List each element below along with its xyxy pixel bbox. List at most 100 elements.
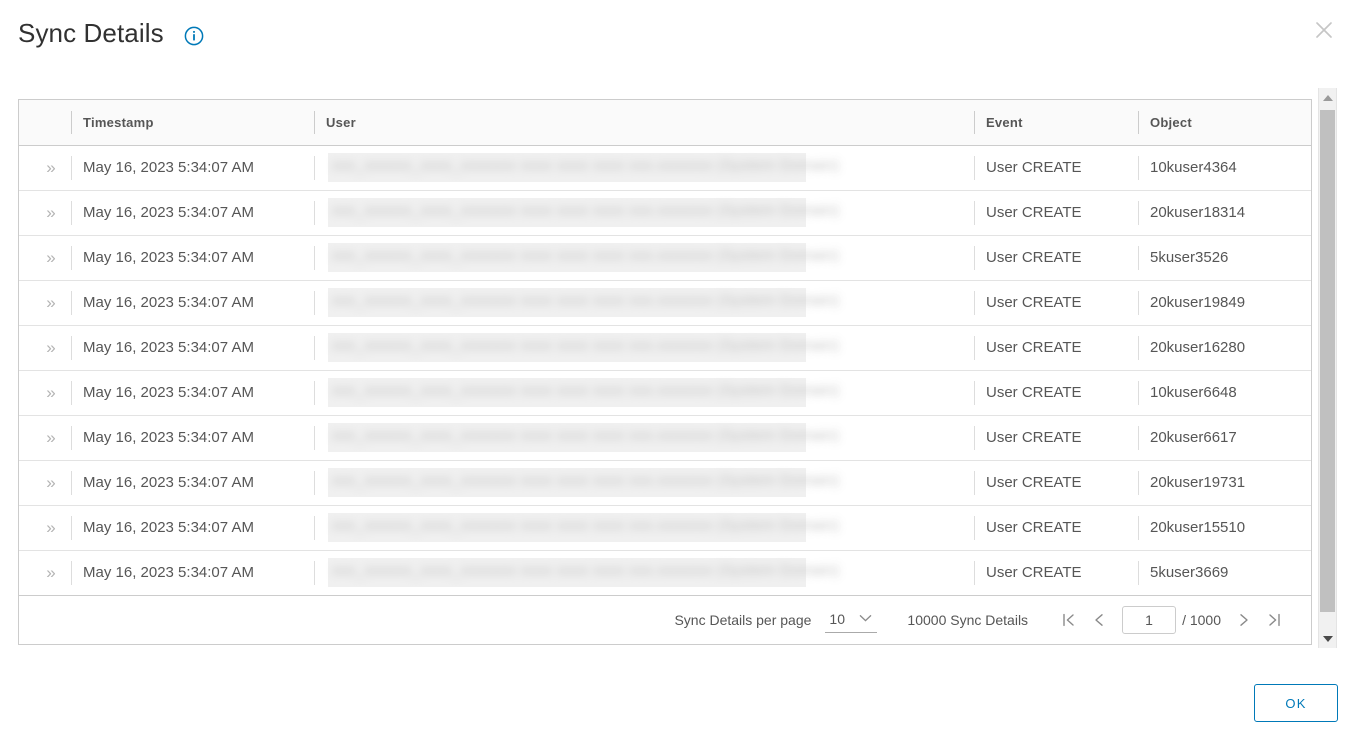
cell-object: 5kuser3526 (1138, 235, 1311, 281)
cell-object: 20kuser19849 (1138, 280, 1311, 326)
table-row[interactable]: » May 16, 2023 5:34:07 AM xxx_xxxxxx_xxxx_… (19, 235, 1311, 281)
redacted-user-text: xxx_xxxxxx_xxxx_xxxxxxx xxxx xxxx xxxx x… (332, 426, 840, 444)
cell-event: User CREATE (974, 550, 1138, 596)
per-page-select[interactable]: 10 (825, 607, 878, 633)
expand-row-button[interactable]: » (19, 370, 71, 416)
table-row[interactable]: » May 16, 2023 5:34:07 AM xxx_xxxxxx_xxxx_… (19, 460, 1311, 506)
expand-row-button[interactable]: » (19, 190, 71, 236)
table-row[interactable]: » May 16, 2023 5:34:07 AM xxx_xxxxxx_xxxx_… (19, 370, 1311, 416)
redaction-blur: xxx_xxxxxx_xxxx_xxxxxxx xxxx xxxx xxxx x… (326, 371, 974, 415)
cell-timestamp: May 16, 2023 5:34:07 AM (71, 145, 314, 191)
cell-timestamp: May 16, 2023 5:34:07 AM (71, 370, 314, 416)
column-header-object[interactable]: Object (1138, 100, 1311, 146)
cell-object: 10kuser6648 (1138, 370, 1311, 416)
double-chevron-right-icon: » (46, 382, 56, 402)
cell-user-redacted: xxx_xxxxxx_xxxx_xxxxxxx xxxx xxxx xxxx x… (314, 505, 974, 551)
expand-row-button[interactable]: » (19, 550, 71, 596)
cell-event: User CREATE (974, 280, 1138, 326)
chevron-down-icon (859, 614, 872, 625)
cell-event: User CREATE (974, 460, 1138, 506)
table-row[interactable]: » May 16, 2023 5:34:07 AM xxx_xxxxxx_xxxx_… (19, 550, 1311, 596)
double-chevron-right-icon: » (46, 247, 56, 267)
cell-user-redacted: xxx_xxxxxx_xxxx_xxxxxxx xxxx xxxx xxxx x… (314, 280, 974, 326)
expand-row-button[interactable]: » (19, 415, 71, 461)
expand-row-button[interactable]: » (19, 280, 71, 326)
column-header-expand (19, 100, 71, 146)
redacted-user-text: xxx_xxxxxx_xxxx_xxxxxxx xxxx xxxx xxxx x… (332, 246, 840, 264)
cell-timestamp: May 16, 2023 5:34:07 AM (71, 505, 314, 551)
redaction-blur: xxx_xxxxxx_xxxx_xxxxxxx xxxx xxxx xxxx x… (326, 146, 974, 190)
double-chevron-right-icon: » (46, 472, 56, 492)
last-page-icon[interactable] (1259, 605, 1289, 635)
expand-row-button[interactable]: » (19, 145, 71, 191)
cell-event: User CREATE (974, 505, 1138, 551)
vertical-scrollbar[interactable] (1318, 88, 1337, 648)
cell-user-redacted: xxx_xxxxxx_xxxx_xxxxxxx xxxx xxxx xxxx x… (314, 460, 974, 506)
scroll-up-arrow-icon[interactable] (1319, 89, 1336, 106)
cell-object: 20kuser6617 (1138, 415, 1311, 461)
close-icon[interactable] (1304, 10, 1344, 50)
cell-timestamp: May 16, 2023 5:34:07 AM (71, 325, 314, 371)
column-header-timestamp[interactable]: Timestamp (71, 100, 314, 146)
total-pages-label: / 1000 (1182, 611, 1221, 628)
dialog-header: Sync Details (0, 0, 1352, 72)
page-number-input[interactable] (1122, 605, 1177, 634)
expand-row-button[interactable]: » (19, 325, 71, 371)
cell-event: User CREATE (974, 235, 1138, 281)
redaction-blur: xxx_xxxxxx_xxxx_xxxxxxx xxxx xxxx xxxx x… (326, 416, 974, 460)
table-row[interactable]: » May 16, 2023 5:34:07 AM xxx_xxxxxx_xxxx_… (19, 145, 1311, 191)
previous-page-icon[interactable] (1084, 605, 1114, 635)
cell-user-redacted: xxx_xxxxxx_xxxx_xxxxxxx xxxx xxxx xxxx x… (314, 145, 974, 191)
cell-object: 10kuser4364 (1138, 145, 1311, 191)
redaction-blur: xxx_xxxxxx_xxxx_xxxxxxx xxxx xxxx xxxx x… (326, 506, 974, 550)
cell-object: 20kuser19731 (1138, 460, 1311, 506)
cell-timestamp: May 16, 2023 5:34:07 AM (71, 235, 314, 281)
cell-event: User CREATE (974, 415, 1138, 461)
redaction-blur: xxx_xxxxxx_xxxx_xxxxxxx xxxx xxxx xxxx x… (326, 551, 974, 595)
scrollbar-thumb[interactable] (1320, 110, 1335, 612)
column-header-event[interactable]: Event (974, 100, 1138, 146)
double-chevron-right-icon: » (46, 202, 56, 222)
cell-timestamp: May 16, 2023 5:34:07 AM (71, 190, 314, 236)
double-chevron-right-icon: » (46, 157, 56, 177)
scroll-down-arrow-icon[interactable] (1319, 630, 1336, 647)
redacted-user-text: xxx_xxxxxx_xxxx_xxxxxxx xxxx xxxx xxxx x… (332, 201, 840, 219)
redacted-user-text: xxx_xxxxxx_xxxx_xxxxxxx xxxx xxxx xxxx x… (332, 561, 840, 579)
cell-object: 20kuser18314 (1138, 190, 1311, 236)
info-circle-icon[interactable] (184, 26, 204, 46)
table-row[interactable]: » May 16, 2023 5:34:07 AM xxx_xxxxxx_xxxx_… (19, 280, 1311, 326)
page-title: Sync Details (18, 18, 164, 48)
table-row[interactable]: » May 16, 2023 5:34:07 AM xxx_xxxxxx_xxxx_… (19, 415, 1311, 461)
cell-event: User CREATE (974, 145, 1138, 191)
cell-object: 20kuser15510 (1138, 505, 1311, 551)
cell-object: 5kuser3669 (1138, 550, 1311, 596)
cell-user-redacted: xxx_xxxxxx_xxxx_xxxxxxx xxxx xxxx xxxx x… (314, 325, 974, 371)
per-page-value: 10 (829, 611, 845, 627)
table-row[interactable]: » May 16, 2023 5:34:07 AM xxx_xxxxxx_xxxx_… (19, 190, 1311, 236)
redacted-user-text: xxx_xxxxxx_xxxx_xxxxxxx xxxx xxxx xxxx x… (332, 156, 840, 174)
redaction-blur: xxx_xxxxxx_xxxx_xxxxxxx xxxx xxxx xxxx x… (326, 326, 974, 370)
cell-user-redacted: xxx_xxxxxx_xxxx_xxxxxxx xxxx xxxx xxxx x… (314, 415, 974, 461)
column-header-user[interactable]: User (314, 100, 974, 146)
cell-event: User CREATE (974, 370, 1138, 416)
redacted-user-text: xxx_xxxxxx_xxxx_xxxxxxx xxxx xxxx xxxx x… (332, 471, 840, 489)
cell-user-redacted: xxx_xxxxxx_xxxx_xxxxxxx xxxx xxxx xxxx x… (314, 370, 974, 416)
next-page-icon[interactable] (1229, 605, 1259, 635)
table-row[interactable]: » May 16, 2023 5:34:07 AM xxx_xxxxxx_xxxx_… (19, 325, 1311, 371)
first-page-icon[interactable] (1054, 605, 1084, 635)
expand-row-button[interactable]: » (19, 460, 71, 506)
cell-user-redacted: xxx_xxxxxx_xxxx_xxxxxxx xxxx xxxx xxxx x… (314, 235, 974, 281)
double-chevron-right-icon: » (46, 292, 56, 312)
sync-details-table: Timestamp User Event Object » May 16, 202… (18, 99, 1312, 645)
table-row[interactable]: » May 16, 2023 5:34:07 AM xxx_xxxxxx_xxxx_… (19, 505, 1311, 551)
ok-button[interactable]: OK (1254, 684, 1338, 722)
redacted-user-text: xxx_xxxxxx_xxxx_xxxxxxx xxxx xxxx xxxx x… (332, 336, 840, 354)
sync-details-dialog: Sync Details Timestamp User Event Object… (0, 0, 1352, 737)
cell-user-redacted: xxx_xxxxxx_xxxx_xxxxxxx xxxx xxxx xxxx x… (314, 190, 974, 236)
expand-row-button[interactable]: » (19, 235, 71, 281)
expand-row-button[interactable]: » (19, 505, 71, 551)
redaction-blur: xxx_xxxxxx_xxxx_xxxxxxx xxxx xxxx xxxx x… (326, 191, 974, 235)
per-page-label: Sync Details per page (674, 611, 812, 628)
cell-timestamp: May 16, 2023 5:34:07 AM (71, 280, 314, 326)
double-chevron-right-icon: » (46, 427, 56, 447)
